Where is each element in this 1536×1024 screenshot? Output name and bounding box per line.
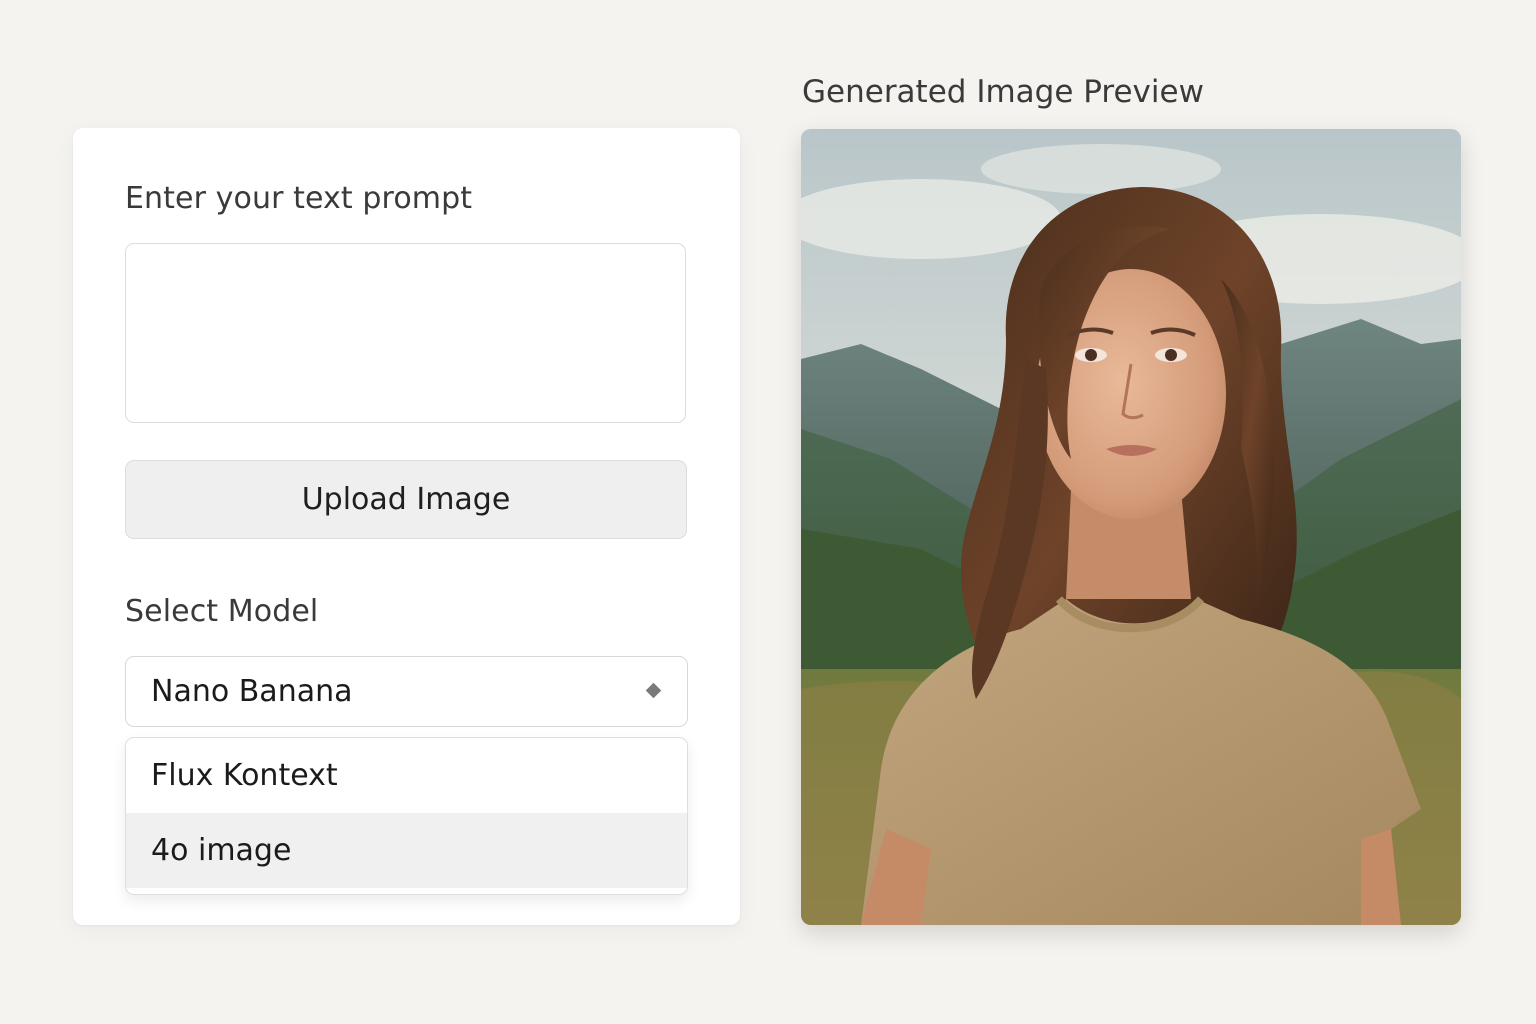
model-dropdown: Flux Kontext 4o image (125, 737, 688, 895)
model-select[interactable]: Nano Banana (125, 656, 688, 727)
model-option-4o-image[interactable]: 4o image (126, 813, 687, 888)
upload-image-button[interactable]: Upload Image (125, 460, 687, 539)
prompt-input[interactable] (125, 243, 686, 423)
select-arrow-icon (645, 682, 662, 699)
portrait-photo (801, 129, 1461, 925)
control-panel: Enter your text prompt Upload Image Sele… (73, 128, 740, 925)
generated-image-preview (801, 129, 1461, 925)
model-option-flux-kontext[interactable]: Flux Kontext (126, 738, 687, 813)
model-label: Select Model (125, 594, 319, 629)
model-select-value: Nano Banana (151, 674, 353, 709)
preview-title: Generated Image Preview (802, 74, 1204, 110)
prompt-label: Enter your text prompt (125, 181, 473, 216)
app-root: Enter your text prompt Upload Image Sele… (0, 0, 1536, 1024)
